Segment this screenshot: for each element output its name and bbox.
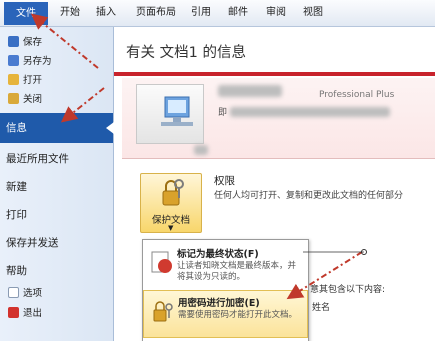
save-icon	[8, 36, 19, 47]
sidebar-item-close[interactable]: 关闭	[8, 91, 42, 108]
sidebar-item-open[interactable]: 打开	[8, 72, 42, 89]
tab-mailings[interactable]: 邮件	[228, 0, 248, 26]
menu-item-title: 用密码进行加密(E)	[178, 298, 260, 309]
page-title: 有关 文档1 的信息	[126, 45, 246, 61]
tab-references[interactable]: 引用	[191, 0, 211, 26]
tab-home[interactable]: 开始	[60, 0, 80, 26]
info-band	[114, 72, 435, 76]
ribbon-tab-bar: 文件 开始 插入 页面布局 引用 邮件 审阅 视图	[0, 0, 435, 27]
doc-info-char: 即	[218, 108, 228, 118]
sidebar-item-recent[interactable]: 最近所用文件	[6, 151, 69, 166]
mark-final-icon	[151, 251, 172, 273]
menu-item-title: 标记为最终状态(F)	[177, 249, 259, 260]
close-folder-icon	[8, 93, 19, 104]
tab-page-layout[interactable]: 页面布局	[136, 0, 176, 26]
save-as-icon	[8, 55, 19, 66]
tab-review[interactable]: 审阅	[266, 0, 286, 26]
permissions-description: 任何人均可打开、复制和更改此文档的任何部分	[214, 191, 404, 201]
sidebar-item-save-send[interactable]: 保存并发送	[6, 235, 59, 250]
sidebar-item-options[interactable]: 选项	[8, 285, 42, 302]
sidebar-item-save-as[interactable]: 另存为	[8, 53, 52, 70]
menu-item-encrypt-password[interactable]: 用密码进行加密(E) 需要使用密码才能打开此文档。	[143, 290, 308, 338]
prepare-text: 意其包含以下内容:	[310, 285, 386, 295]
exit-icon	[8, 307, 19, 318]
document-computer-icon	[161, 96, 193, 126]
options-icon	[8, 287, 19, 298]
tab-file[interactable]: 文件	[4, 2, 48, 25]
sidebar-item-new[interactable]: 新建	[6, 179, 27, 194]
redacted-text	[218, 85, 282, 97]
open-folder-icon	[8, 74, 19, 85]
redacted-text	[230, 107, 390, 117]
protect-document-button[interactable]: 保护文档 ▼	[140, 173, 202, 233]
info-pane: 有关 文档1 的信息 Professional Plus 即 保护文档 ▼ 权限…	[114, 27, 435, 341]
tab-insert[interactable]: 插入	[96, 0, 116, 26]
menu-item-mark-final[interactable]: 标记为最终状态(F) 让读者知晓文档是最终版本，并将其设为只读的。	[143, 242, 308, 290]
doc-info-text: Professional Plus	[319, 90, 395, 100]
sidebar-item-info[interactable]: 信息	[0, 113, 114, 143]
sidebar-item-help[interactable]: 帮助	[6, 263, 27, 278]
menu-item-desc: 让读者知晓文档是最终版本，并将其设为只读的。	[177, 261, 297, 282]
key-lock-icon	[162, 179, 184, 206]
sidebar-item-print[interactable]: 打印	[6, 207, 27, 222]
protect-document-menu: 标记为最终状态(F) 让读者知晓文档是最终版本，并将其设为只读的。 用密码进行加…	[142, 239, 309, 341]
sidebar-item-exit[interactable]: 退出	[8, 305, 42, 322]
menu-item-desc: 需要使用密码才能打开此文档。	[178, 310, 298, 320]
redacted-text	[194, 145, 208, 155]
backstage-sidebar: 保存 另存为 打开 关闭 信息 最近所用文件 新建 打印 保存并发送 帮助 选项…	[0, 27, 114, 341]
prepare-item: 姓名	[312, 303, 331, 313]
tab-view[interactable]: 视图	[303, 0, 323, 26]
permissions-title: 权限	[214, 175, 235, 187]
document-thumbnail	[136, 84, 204, 144]
sidebar-item-save[interactable]: 保存	[8, 34, 42, 51]
chevron-down-icon: ▼	[168, 224, 174, 232]
key-lock-icon	[153, 301, 173, 322]
